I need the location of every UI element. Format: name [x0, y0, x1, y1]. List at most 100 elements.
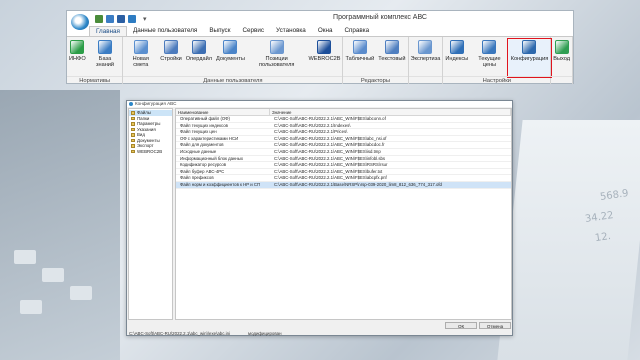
ribbon-button[interactable]: База знаний: [88, 40, 123, 76]
info-icon: [70, 40, 85, 54]
column-header-name[interactable]: Наименование: [176, 109, 270, 115]
folder-icon: [131, 127, 135, 131]
ribbon-button-label: WEBROC2B: [308, 56, 341, 62]
setting-value[interactable]: C:\ABC-Soft\ABC-RU\2022.2.1\ABC_WIN\F$ES…: [270, 116, 511, 122]
tab-0[interactable]: Главная: [89, 26, 127, 36]
background-key: [70, 286, 92, 300]
table-row[interactable]: Файл для документов C:\ABC-Soft\ABC-RU\20…: [176, 142, 511, 149]
table-row[interactable]: ОФ с характеристиками НСИ C:\ABC-Soft\ABC…: [176, 136, 511, 143]
ribbon-button-label: Позиции пользователя: [258, 56, 295, 68]
ribbon-button[interactable]: Табличный: [343, 40, 376, 76]
ribbon-button-label: Новая смета: [132, 56, 149, 68]
table-row[interactable]: Файл буфер АВС-4РС C:\ABC-Soft\ABC-RU\202…: [176, 169, 511, 176]
ribbon-button-label: Экспертиза: [410, 56, 441, 62]
tree-item-label: Параметры: [137, 121, 161, 126]
ribbon-button-label: Выход: [553, 56, 570, 62]
tree-item[interactable]: WEBROC2B: [129, 149, 172, 155]
operfile-icon: [191, 40, 206, 54]
tab-5[interactable]: Окна: [312, 26, 339, 36]
dialog-title-bar: Конфигурация АВС: [127, 101, 512, 107]
ribbon-group-buttons: Табличный Текстовый: [343, 37, 407, 76]
ribbon-group-label: Нормативы: [67, 76, 123, 84]
ribbon-button[interactable]: Конфигурация: [506, 38, 553, 78]
setting-value[interactable]: C:\ABC-Soft\ABC-RU\2022.2.1\ABC_WIN\F$ES…: [270, 149, 511, 155]
ribbon-button[interactable]: Экспертиза: [409, 40, 443, 76]
app-title: Программный комплекс АВС: [333, 14, 427, 21]
setting-value[interactable]: C:\ABC-Soft\ABC-RU\2022.2.1\ABC_WIN\F$ES…: [270, 142, 511, 148]
setting-value[interactable]: C:\ABC-Soft\ABC-RU\2022.2.1\Base\NRSP\nr…: [270, 182, 511, 188]
setting-name: Кодификатор ресурсов: [180, 162, 227, 168]
table-row[interactable]: Исходные данные C:\ABC-Soft\ABC-RU\2022.2…: [176, 149, 511, 156]
setting-value[interactable]: C:\ABC-Soft\ABC-RU\2022.2.1\ABC_WIN\F$ES…: [270, 162, 511, 168]
ribbon-button-label: Опердайл: [185, 56, 213, 62]
cancel-button[interactable]: Отмена: [479, 322, 511, 329]
tab-2[interactable]: Выпуск: [203, 26, 236, 36]
folder-icon: [131, 144, 135, 148]
ribbon-button[interactable]: WEBROC2B: [306, 40, 342, 76]
table-row[interactable]: Кодификатор ресурсов C:\ABC-Soft\ABC-RU\2…: [176, 162, 511, 169]
table-row[interactable]: Файл норм и коэффициентов к НР и СП C:\AB…: [176, 181, 511, 189]
setting-name: Файл текущих индексов: [180, 122, 228, 128]
ribbon-group-label: [551, 76, 572, 84]
ribbon-group: Новая смета Стройки Опердайл Документы Позиц…: [123, 37, 344, 84]
table-row[interactable]: Информационный блок данных C:\ABC-Soft\AB…: [176, 156, 511, 163]
setting-value[interactable]: C:\ABC-Soft\ABC-RU\2022.2.1\Prices\: [270, 129, 511, 135]
ribbon-group-buttons: Экспертиза: [409, 37, 443, 76]
ribbon-button-label: База знаний: [95, 56, 115, 68]
ribbon: ИНФО База знаний Нормативы Новая смета Строй…: [67, 37, 573, 84]
table-row[interactable]: Оперативный файл (ОФ) C:\ABC-Soft\ABC-RU\…: [176, 116, 511, 123]
ribbon-button[interactable]: Текущие цены: [470, 40, 509, 76]
tab-3[interactable]: Сервис: [236, 26, 270, 36]
ribbon-button-label: Табличный: [345, 56, 375, 62]
ribbon-group: Индексы Текущие цены Конфигурация Настройки: [443, 37, 553, 84]
background-calculator: [0, 90, 120, 360]
setting-name: Исходные данные: [180, 148, 217, 154]
ribbon-button-label: Документы: [216, 56, 245, 62]
title-bar: ▾ Программный комплекс АВС: [67, 11, 573, 30]
current-prices-icon: [482, 40, 497, 54]
ribbon-group-buttons: Индексы Текущие цены Конфигурация: [443, 37, 553, 78]
setting-name: Файл для документов: [180, 142, 224, 148]
background-paper: [497, 120, 640, 360]
webroc-icon: [317, 40, 332, 54]
ribbon-button[interactable]: ИНФО: [67, 40, 88, 76]
ribbon-button[interactable]: Новая смета: [123, 40, 158, 76]
folder-icon: [131, 111, 135, 115]
ribbon-button-label: Текущие цены: [478, 56, 501, 68]
dialog-icon: [129, 102, 133, 106]
tab-6[interactable]: Справка: [338, 26, 375, 36]
tree-item-label: Папки: [137, 115, 150, 121]
setting-name: Оперативный файл (ОФ): [180, 116, 230, 121]
setting-name: Файл префиксов: [180, 175, 214, 181]
tab-1[interactable]: Данные пользователя: [127, 26, 203, 36]
ribbon-group-label: [408, 76, 443, 84]
tab-4[interactable]: Установка: [270, 26, 312, 36]
column-header-value[interactable]: Значение: [270, 109, 511, 115]
settings-tree: Файлы Папки Параметры Указания Вид Документы Э…: [128, 108, 173, 320]
ribbon-button[interactable]: Опердайл: [184, 40, 214, 76]
setting-value[interactable]: C:\ABC-Soft\ABC-RU\2022.2.1\Indexes\: [270, 123, 511, 129]
ribbon-button[interactable]: Стройки: [158, 40, 184, 76]
ok-button[interactable]: ОК: [445, 322, 477, 329]
folder-icon: [131, 116, 135, 120]
setting-value[interactable]: C:\ABC-Soft\ABC-RU\2022.2.1\ABC_WIN\F$ES…: [270, 156, 511, 162]
tree-item-label: Указания: [137, 126, 156, 132]
ribbon-button[interactable]: Документы: [214, 40, 247, 76]
table-row[interactable]: Файл текущих индексов C:\ABC-Soft\ABC-RU\…: [176, 123, 511, 130]
ribbon-group-label: Редакторы: [343, 76, 408, 84]
ribbon-button[interactable]: Текстовый: [376, 40, 407, 76]
setting-value[interactable]: C:\ABC-Soft\ABC-RU\2022.2.1\ABC_WIN\F$ES…: [270, 136, 511, 142]
folder-icon: [131, 138, 135, 142]
table-row[interactable]: Файл префиксов C:\ABC-Soft\ABC-RU\2022.2.…: [176, 175, 511, 182]
folder-icon: [131, 133, 135, 137]
ribbon-group: Выход: [551, 37, 573, 84]
status-mode: модифицирован: [248, 331, 282, 336]
setting-value[interactable]: C:\ABC-Soft\ABC-RU\2022.2.1\ABC_WIN\F$ES…: [270, 169, 511, 175]
ribbon-group-buttons: Выход: [551, 37, 572, 76]
table-row[interactable]: Файл текущих цен C:\ABC-Soft\ABC-RU\2022.…: [176, 129, 511, 136]
ribbon-button[interactable]: Позиции пользователя: [247, 40, 307, 76]
tree-item-label: Вид: [137, 132, 145, 137]
setting-value[interactable]: C:\ABC-Soft\ABC-RU\2022.2.1\ABC_WIN\F$ES…: [270, 175, 511, 181]
ribbon-button[interactable]: Индексы: [443, 40, 470, 76]
ribbon-button[interactable]: Выход: [551, 40, 572, 76]
